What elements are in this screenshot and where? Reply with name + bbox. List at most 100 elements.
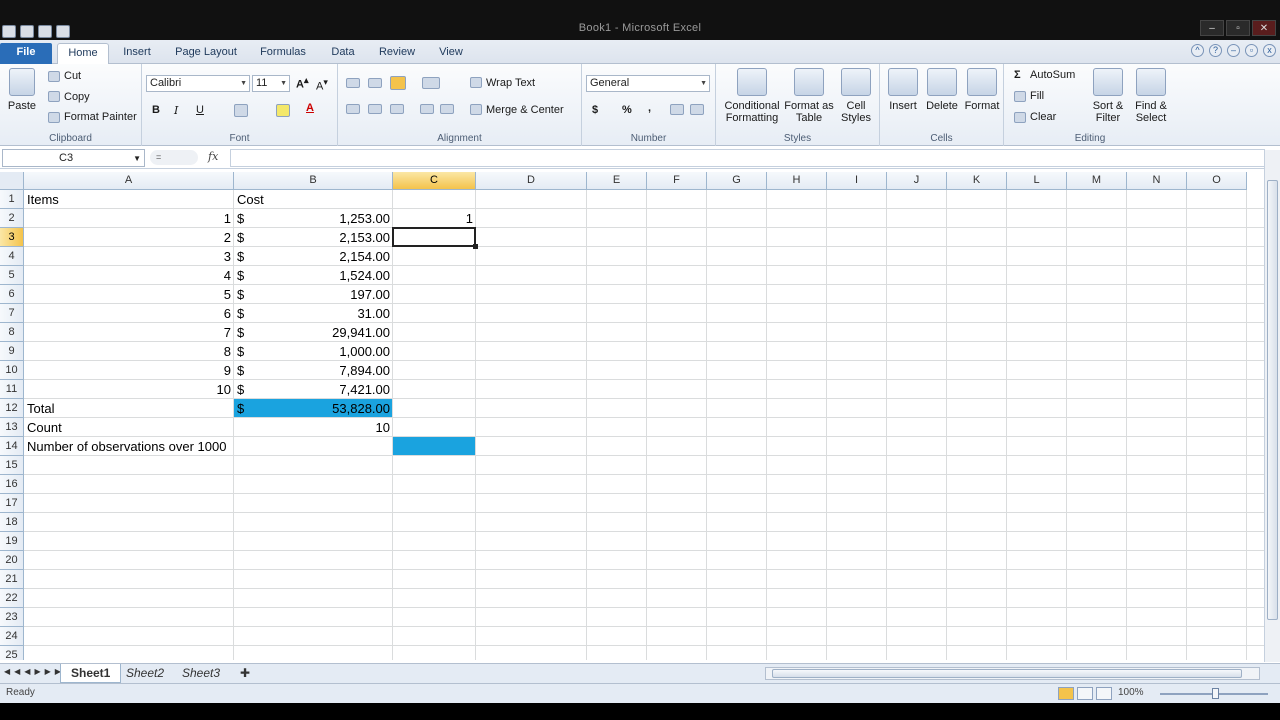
align-right-icon[interactable] [390,104,404,114]
column-header-j[interactable]: J [887,172,947,190]
row-header-19[interactable]: 19 [0,532,24,551]
formula-bar-expander[interactable]: = [150,150,198,165]
row-header-6[interactable]: 6 [0,285,24,304]
minimize-ribbon-icon[interactable]: ^ [1191,44,1204,57]
cell-styles-button[interactable]: Cell Styles [834,68,878,124]
cell-cost[interactable]: 7,894.00 [234,361,393,380]
vertical-scroll-thumb[interactable] [1267,180,1278,620]
cell-cost[interactable]: 31.00 [234,304,393,323]
cell-item[interactable]: 9 [24,361,234,380]
cell-a13[interactable]: Count [24,418,234,437]
column-header-o[interactable]: O [1187,172,1247,190]
cell-item[interactable]: 8 [24,342,234,361]
font-name-select[interactable]: Calibri ▼ [146,75,250,92]
column-header-m[interactable]: M [1067,172,1127,190]
row-header-9[interactable]: 9 [0,342,24,361]
orientation-icon[interactable] [422,77,440,89]
cell-cost[interactable]: 2,153.00 [234,228,393,247]
tab-home[interactable]: Home [57,43,109,64]
restore-button[interactable]: ▫ [1226,20,1250,36]
underline-button[interactable]: U [196,104,204,116]
conditional-formatting-button[interactable]: Conditional Formatting [720,68,784,124]
row-header-15[interactable]: 15 [0,456,24,475]
clear-button[interactable]: Clear [1030,111,1056,123]
shrink-font-button[interactable]: A▾ [316,77,328,93]
sheet-tab-1[interactable]: Sheet1 [60,664,122,683]
row-header-11[interactable]: 11 [0,380,24,399]
zoom-slider-knob[interactable] [1212,688,1219,699]
cell-a14[interactable]: Number of observations over 1000 [24,437,234,456]
grow-font-button[interactable]: A▴ [296,75,309,91]
format-painter-button[interactable]: Format Painter [64,111,137,123]
row-header-18[interactable]: 18 [0,513,24,532]
page-layout-view-button[interactable] [1077,687,1093,700]
align-left-icon[interactable] [346,104,360,114]
row-header-22[interactable]: 22 [0,589,24,608]
column-header-i[interactable]: I [827,172,887,190]
bold-button[interactable]: B [152,104,160,116]
vertical-scrollbar[interactable] [1264,150,1280,662]
tab-review[interactable]: Review [374,43,420,64]
cell-cost[interactable]: 1,000.00 [234,342,393,361]
row-header-1[interactable]: 1 [0,190,24,209]
number-format-select[interactable]: General ▼ [586,75,710,92]
delete-cells-button[interactable]: Delete [922,68,962,112]
cell-cost[interactable]: 29,941.00 [234,323,393,342]
align-center-icon[interactable] [368,104,382,114]
row-header-2[interactable]: 2 [0,209,24,228]
close-button[interactable]: ✕ [1252,20,1276,36]
tab-view[interactable]: View [434,43,468,64]
page-break-view-button[interactable] [1096,687,1112,700]
cell-b1[interactable]: Cost [234,190,393,209]
fill-handle[interactable] [473,244,478,249]
percent-button[interactable]: % [622,104,632,116]
sort-filter-button[interactable]: Sort & Filter [1086,68,1130,124]
column-header-k[interactable]: K [947,172,1007,190]
tab-data[interactable]: Data [326,43,360,64]
row-header-5[interactable]: 5 [0,266,24,285]
column-header-f[interactable]: F [647,172,707,190]
workbook-minimize-icon[interactable]: – [1227,44,1240,57]
workbook-restore-icon[interactable]: ▫ [1245,44,1258,57]
currency-button[interactable]: $ [592,104,598,116]
cell-cost[interactable]: 7,421.00 [234,380,393,399]
row-header-3[interactable]: 3 [0,228,24,247]
select-all-corner[interactable] [0,172,24,190]
row-header-17[interactable]: 17 [0,494,24,513]
middle-align-icon[interactable] [368,78,382,88]
insert-sheet-icon[interactable]: ✚ [230,664,260,683]
fill-button[interactable]: Fill [1030,90,1044,102]
help-icon[interactable]: ? [1209,44,1222,57]
cell-cost[interactable]: 197.00 [234,285,393,304]
worksheet-grid[interactable]: ABCDEFGHIJKLMNO 1 2 3 4 5 6 7 8 9 10 11 12 13 14 15 16 1… [0,172,1264,660]
name-box[interactable]: C3 ▼ [2,149,145,167]
fill-color-icon[interactable] [276,104,290,117]
increase-decimal-icon[interactable] [670,104,684,115]
minimize-button[interactable]: – [1200,20,1224,36]
column-header-c[interactable]: C [393,172,476,190]
row-header-4[interactable]: 4 [0,247,24,266]
autosum-button[interactable]: AutoSum [1030,69,1075,81]
paste-button[interactable]: Paste [4,68,40,112]
cell-item[interactable]: 5 [24,285,234,304]
column-header-n[interactable]: N [1127,172,1187,190]
cell-item[interactable]: 3 [24,247,234,266]
row-header-13[interactable]: 13 [0,418,24,437]
cell-a12[interactable]: Total [24,399,234,418]
cell-item[interactable]: 2 [24,228,234,247]
row-header-23[interactable]: 23 [0,608,24,627]
column-header-d[interactable]: D [476,172,587,190]
tab-file[interactable]: File [0,43,52,64]
insert-function-button[interactable]: fx [208,150,218,163]
italic-button[interactable]: I [174,104,178,117]
sheet-tab-3[interactable]: Sheet3 [172,664,230,683]
row-header-25[interactable]: 25 [0,646,24,660]
normal-view-button[interactable] [1058,687,1074,700]
tab-insert[interactable]: Insert [116,43,158,64]
zoom-level[interactable]: 100% [1118,687,1144,698]
increase-indent-icon[interactable] [440,104,454,114]
sheet-tab-2[interactable]: Sheet2 [116,664,174,683]
row-header-14[interactable]: 14 [0,437,24,456]
horizontal-scrollbar[interactable] [765,667,1260,680]
cell-item[interactable]: 10 [24,380,234,399]
